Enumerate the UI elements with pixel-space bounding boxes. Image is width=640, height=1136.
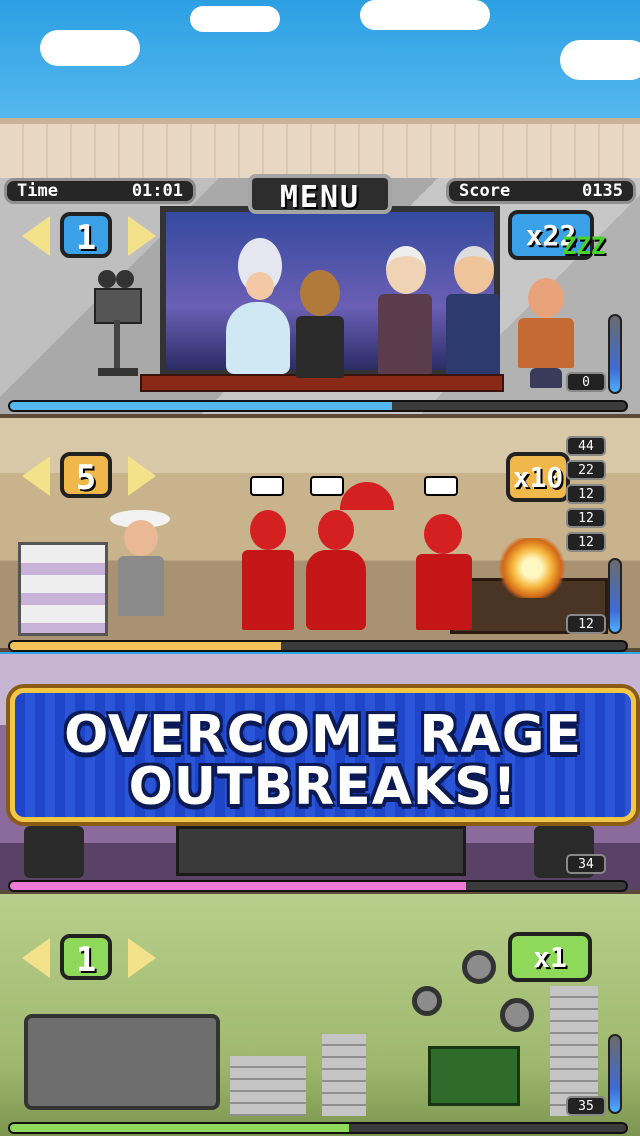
character-george-washington[interactable] xyxy=(374,246,436,376)
angry-face-icon xyxy=(424,476,458,496)
floor-level-badge: 1 xyxy=(60,212,112,258)
floor-level-badge: 5 xyxy=(60,452,112,498)
rage-gauge xyxy=(608,314,622,394)
cloud xyxy=(360,0,490,30)
angry-face-icon xyxy=(310,476,344,496)
floor-film-lab xyxy=(0,894,640,1136)
arrow-right-icon[interactable] xyxy=(128,456,156,496)
movie-camera-icon xyxy=(94,270,142,380)
film-reel-icon xyxy=(462,950,496,984)
floor-counter: 12 xyxy=(566,614,606,634)
queue-counter: 12 xyxy=(566,532,606,552)
cloud xyxy=(560,40,640,80)
shelf-display xyxy=(18,542,108,636)
multiplier-badge: x1 xyxy=(508,932,592,982)
character-bald-man[interactable] xyxy=(516,278,576,388)
floor-counter: 35 xyxy=(566,1096,606,1116)
rage-gauge xyxy=(608,558,622,634)
tape-machine xyxy=(24,1014,220,1110)
arrow-right-icon[interactable] xyxy=(128,216,156,256)
progress-fill xyxy=(10,882,466,890)
explosion-icon xyxy=(494,538,570,598)
queue-counter: 22 xyxy=(566,460,606,480)
film-editor-machine xyxy=(428,1046,520,1106)
film-can-stack xyxy=(322,1034,366,1116)
umbrella-icon xyxy=(340,482,394,510)
time-display: Time 01:01 xyxy=(4,178,196,204)
film-reel-icon xyxy=(500,998,534,1032)
score-display: Score 0135 xyxy=(446,178,636,204)
progress-fill xyxy=(10,1124,349,1132)
angry-face-icon xyxy=(250,476,284,496)
score-label: Score xyxy=(459,181,511,201)
cloud xyxy=(40,30,140,66)
mixing-desk xyxy=(176,826,466,876)
character-angry-man[interactable] xyxy=(240,510,296,634)
progress-fill xyxy=(10,642,282,650)
floor-progress-bar xyxy=(8,880,628,892)
speaker-icon xyxy=(24,826,84,878)
arrow-right-icon[interactable] xyxy=(128,938,156,978)
queue-counter: 12 xyxy=(566,508,606,528)
floor-counter: 34 xyxy=(566,854,606,874)
character-sunglasses-lady[interactable] xyxy=(110,510,172,634)
sleep-zzz-icon: ZZZ xyxy=(562,232,606,260)
floor-progress-bar xyxy=(8,640,628,652)
character-angry-woman[interactable] xyxy=(306,510,366,634)
queue-counter: 44 xyxy=(566,436,606,456)
cloud xyxy=(190,6,280,32)
film-can-stack xyxy=(230,1056,306,1116)
floor-level-badge: 1 xyxy=(60,934,112,980)
floor-progress-bar xyxy=(8,1122,628,1134)
character-angry-man-2[interactable] xyxy=(414,514,474,634)
film-reel-icon xyxy=(412,986,442,1016)
time-value: 01:01 xyxy=(131,181,183,201)
floor-progress-bar xyxy=(8,400,628,412)
rage-gauge xyxy=(608,1034,622,1114)
arrow-left-icon[interactable] xyxy=(22,456,50,496)
floor-counter: 0 xyxy=(566,372,606,392)
character-bearded-man[interactable] xyxy=(290,270,350,380)
time-label: Time xyxy=(17,181,58,201)
multiplier-badge: x10 xyxy=(506,452,570,502)
progress-fill xyxy=(10,402,392,410)
menu-button[interactable]: MENU xyxy=(248,174,392,215)
arrow-left-icon[interactable] xyxy=(22,216,50,256)
character-marie-antoinette[interactable] xyxy=(226,238,290,378)
banner-line-1: OVERCOME RAGE xyxy=(64,705,582,765)
queue-counter: 12 xyxy=(566,484,606,504)
promo-banner: OVERCOME RAGE OUTBREAKS! xyxy=(10,688,636,822)
arrow-left-icon[interactable] xyxy=(22,938,50,978)
score-value: 0135 xyxy=(582,181,623,201)
character-colonial-man[interactable] xyxy=(442,246,504,376)
banner-line-2: OUTBREAKS! xyxy=(128,757,518,817)
